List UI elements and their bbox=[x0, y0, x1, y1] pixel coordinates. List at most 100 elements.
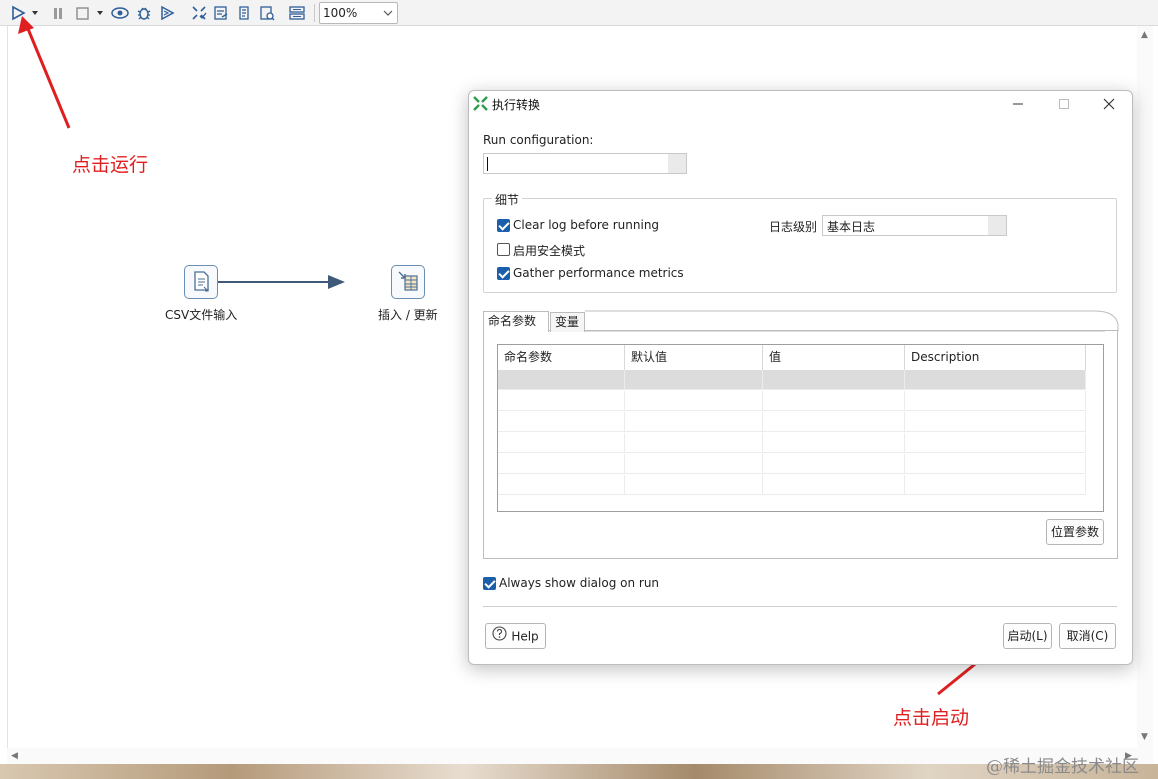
impact-icon[interactable] bbox=[212, 4, 230, 22]
table-row[interactable] bbox=[498, 391, 1086, 411]
node-label-insert-update: 插入 / 更新 bbox=[378, 308, 438, 322]
insert-update-step[interactable] bbox=[391, 265, 425, 299]
table-cell[interactable] bbox=[905, 433, 1086, 452]
csv-input-icon bbox=[190, 270, 212, 295]
clear-log-label: Clear log before running bbox=[513, 218, 660, 232]
log-level-value: 基本日志 bbox=[827, 220, 876, 234]
named-params-table[interactable]: 命名参数 默认值 值 Description bbox=[497, 344, 1104, 512]
preview-icon[interactable] bbox=[111, 4, 129, 22]
table-cell[interactable] bbox=[625, 433, 763, 452]
log-level-label: 日志级别 bbox=[769, 220, 818, 234]
hop-line[interactable] bbox=[218, 281, 340, 283]
table-cell[interactable] bbox=[763, 412, 905, 431]
column-header[interactable]: 值 bbox=[763, 345, 905, 370]
safe-mode-checkbox[interactable] bbox=[497, 243, 510, 256]
debug-icon[interactable] bbox=[135, 4, 153, 22]
csv-input-step[interactable] bbox=[184, 265, 218, 299]
run-configuration-combo[interactable] bbox=[483, 153, 687, 174]
scroll-up-icon[interactable]: ▲ bbox=[1141, 30, 1148, 40]
table-cell[interactable] bbox=[498, 391, 625, 410]
main-toolbar: 100% bbox=[0, 0, 1158, 26]
hop-arrow-icon bbox=[328, 275, 345, 289]
table-cell[interactable] bbox=[498, 433, 625, 452]
table-cell[interactable] bbox=[763, 370, 905, 389]
dialog-divider bbox=[483, 606, 1117, 607]
combo-dropdown-button[interactable] bbox=[988, 216, 1006, 235]
vertical-scrollbar[interactable]: ▲ ▼ bbox=[1137, 26, 1153, 748]
stop-dropdown-icon[interactable] bbox=[95, 4, 105, 22]
node-label-csv-input: CSV文件输入 bbox=[165, 308, 238, 322]
table-row[interactable] bbox=[498, 412, 1086, 432]
table-cell[interactable] bbox=[763, 454, 905, 473]
table-cell[interactable] bbox=[625, 412, 763, 431]
verify-icon[interactable] bbox=[190, 4, 208, 22]
combo-dropdown-button[interactable] bbox=[668, 154, 686, 173]
zoom-select[interactable]: 100% bbox=[319, 2, 398, 24]
tab-variables[interactable]: 变量 bbox=[550, 312, 585, 332]
log-level-combo[interactable]: 基本日志 bbox=[822, 215, 1007, 236]
table-cell[interactable] bbox=[763, 475, 905, 494]
start-hint-annotation: 点击启动 bbox=[893, 707, 970, 729]
close-icon[interactable] bbox=[1097, 93, 1121, 115]
column-header[interactable]: 命名参数 bbox=[498, 345, 625, 370]
tab-named-params[interactable]: 命名参数 bbox=[483, 311, 549, 332]
table-cell[interactable] bbox=[498, 454, 625, 473]
column-header[interactable]: 默认值 bbox=[625, 345, 763, 370]
table-cell[interactable] bbox=[905, 391, 1086, 410]
table-cell[interactable] bbox=[905, 370, 1086, 389]
run-configuration-label: Run configuration: bbox=[483, 133, 594, 147]
always-show-label: Always show dialog on run bbox=[499, 576, 660, 590]
table-cell[interactable] bbox=[905, 454, 1086, 473]
help-button-label: Help bbox=[511, 629, 539, 644]
gather-metrics-label: Gather performance metrics bbox=[513, 266, 684, 280]
help-icon bbox=[492, 625, 507, 649]
spoon-logo-icon bbox=[473, 96, 488, 114]
scroll-down-icon[interactable]: ▼ bbox=[1141, 732, 1148, 742]
replay-icon[interactable] bbox=[158, 4, 176, 22]
start-button[interactable]: 启动(L) bbox=[1003, 623, 1052, 649]
table-cell[interactable] bbox=[763, 433, 905, 452]
minimize-icon[interactable] bbox=[1006, 93, 1030, 115]
always-show-checkbox[interactable] bbox=[483, 577, 496, 590]
show-results-icon[interactable] bbox=[288, 4, 306, 22]
horizontal-scrollbar[interactable]: ◀ ▶ bbox=[7, 748, 1153, 764]
table-cell[interactable] bbox=[625, 454, 763, 473]
details-group-title: 细节 bbox=[492, 191, 523, 208]
run-hint-annotation: 点击运行 bbox=[72, 154, 149, 176]
table-cell[interactable] bbox=[905, 475, 1086, 494]
run-arrow-icon bbox=[18, 16, 71, 129]
table-cell[interactable] bbox=[498, 475, 625, 494]
table-cell[interactable] bbox=[905, 412, 1086, 431]
tab-strip-border bbox=[585, 310, 1119, 332]
watermark: @稀土掘金技术社区 bbox=[986, 757, 1139, 777]
clear-log-checkbox[interactable] bbox=[497, 219, 510, 232]
table-row[interactable] bbox=[498, 454, 1086, 474]
table-cell[interactable] bbox=[498, 370, 625, 389]
table-cell[interactable] bbox=[763, 391, 905, 410]
sql-icon[interactable] bbox=[235, 4, 253, 22]
maximize-icon[interactable] bbox=[1052, 93, 1076, 115]
column-header[interactable]: Description bbox=[905, 345, 1086, 370]
position-params-button[interactable]: 位置参数 bbox=[1046, 519, 1104, 545]
execute-transformation-dialog: 执行转换 Run configuration: 细节 Clear log bef… bbox=[468, 90, 1133, 665]
insert-update-icon bbox=[396, 269, 420, 296]
dialog-title: 执行转换 bbox=[492, 98, 541, 112]
cancel-button[interactable]: 取消(C) bbox=[1059, 623, 1116, 649]
table-cell[interactable] bbox=[625, 370, 763, 389]
explore-db-icon[interactable] bbox=[258, 4, 276, 22]
table-cell[interactable] bbox=[498, 412, 625, 431]
table-cell[interactable] bbox=[625, 391, 763, 410]
safe-mode-label: 启用安全模式 bbox=[513, 244, 586, 258]
zoom-value: 100% bbox=[323, 6, 358, 20]
table-row[interactable] bbox=[498, 370, 1086, 390]
toolbar-separator bbox=[314, 4, 315, 22]
gather-metrics-checkbox[interactable] bbox=[497, 267, 510, 280]
dialog-titlebar[interactable]: 执行转换 bbox=[469, 91, 1132, 117]
table-row[interactable] bbox=[498, 475, 1086, 495]
desktop-background-strip bbox=[0, 764, 1158, 779]
help-button[interactable]: Help bbox=[485, 623, 546, 649]
scroll-left-icon[interactable]: ◀ bbox=[11, 751, 18, 761]
table-cell[interactable] bbox=[625, 475, 763, 494]
text-caret bbox=[487, 157, 488, 171]
table-row[interactable] bbox=[498, 433, 1086, 453]
